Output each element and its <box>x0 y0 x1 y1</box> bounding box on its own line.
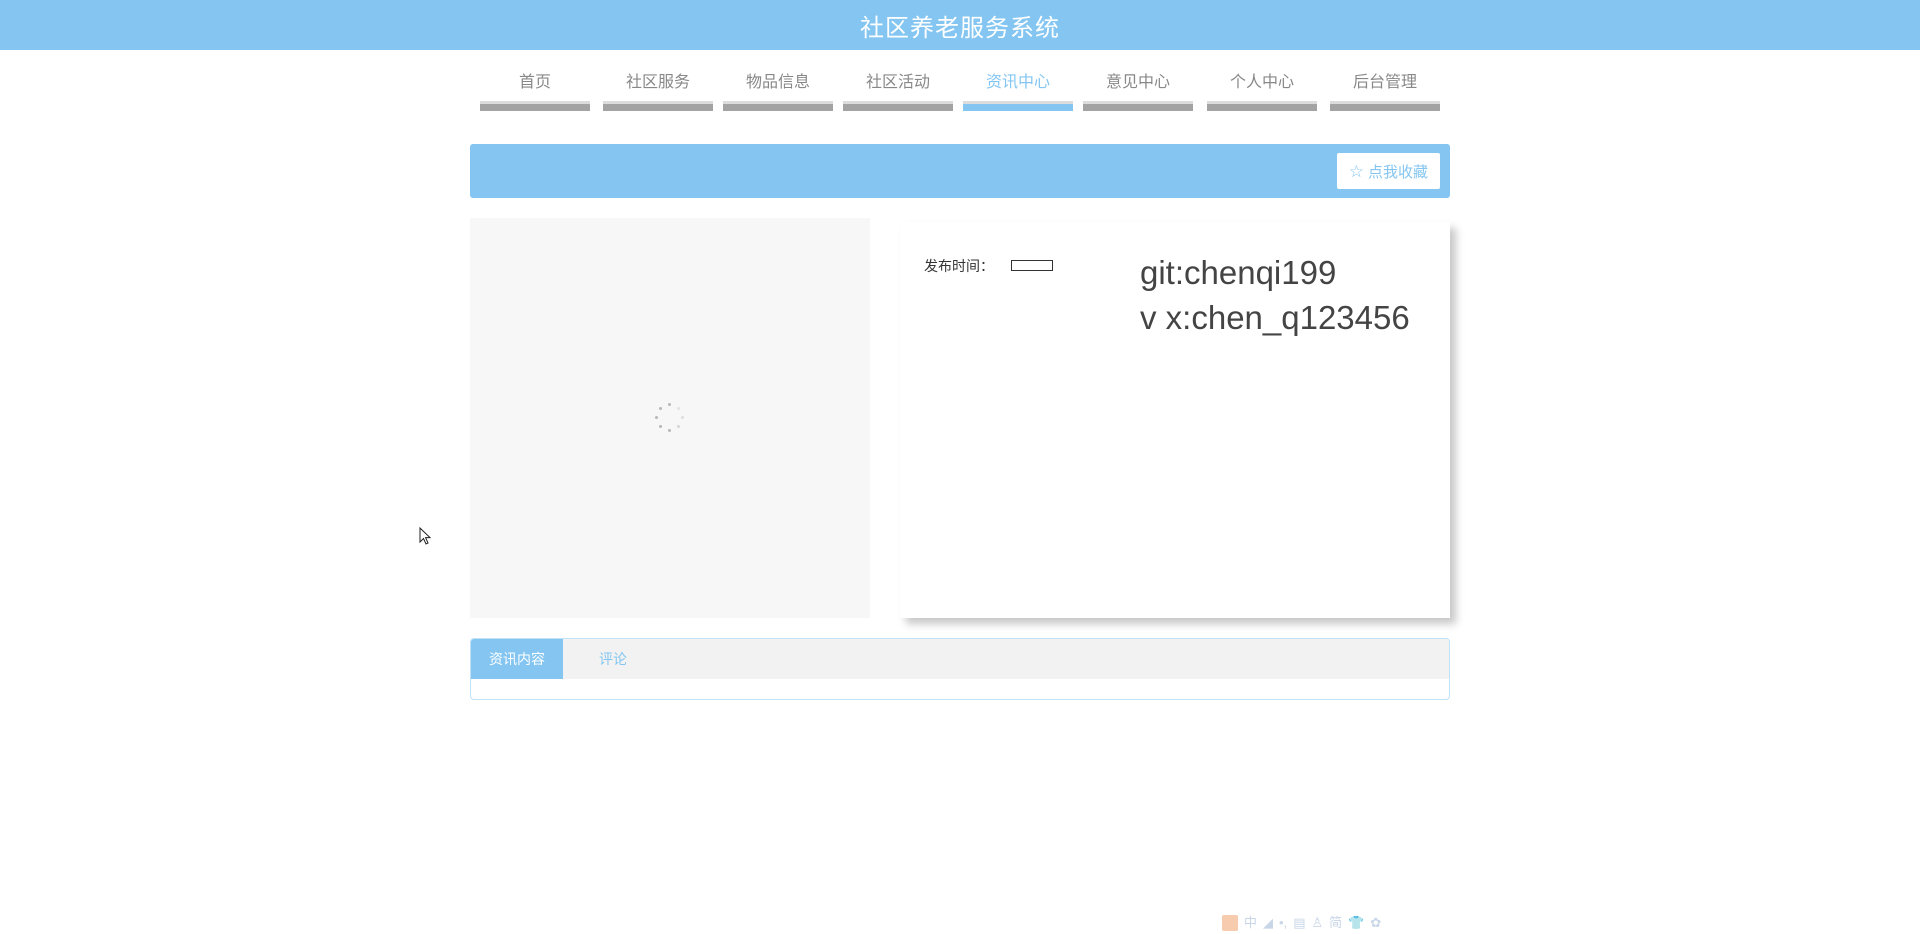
site-title: 社区养老服务系统 <box>860 14 1060 42</box>
watermark-text: git:chenqi199 v x:chen_q123456 <box>1140 250 1410 340</box>
news-image <box>470 218 870 618</box>
nav-item-underline <box>1207 101 1317 111</box>
tabs-header: 资讯内容 评论 <box>471 639 1449 679</box>
nav-item-home[interactable]: 首页 <box>480 66 590 114</box>
nav-item-label: 社区活动 <box>865 74 930 91</box>
ime-toolbar: 中 ◢ •, ▤ ♙ 简 👕 ✿ <box>1222 912 1381 934</box>
nav-item-label: 意见中心 <box>1105 74 1170 91</box>
loading-spinner-icon <box>655 403 685 433</box>
ime-simplified-mode[interactable]: 简 <box>1329 914 1342 932</box>
nav-item-underline <box>963 101 1073 111</box>
nav-item-community-activity[interactable]: 社区活动 <box>843 66 953 114</box>
favorite-button[interactable]: ☆ 点我收藏 <box>1336 153 1440 189</box>
nav-item-underline <box>843 101 953 111</box>
nav-item-news-center[interactable]: 资讯中心 <box>963 66 1073 114</box>
tab-news-content[interactable]: 资讯内容 <box>471 639 563 679</box>
nav-item-label: 个人中心 <box>1229 74 1294 91</box>
nav-item-admin[interactable]: 后台管理 <box>1330 66 1440 114</box>
ime-keyboard-icon[interactable]: ▤ <box>1293 914 1305 932</box>
ime-user-icon[interactable]: ♙ <box>1311 914 1323 932</box>
publish-time-label: 发布时间： <box>924 258 994 274</box>
favorite-button-label: 点我收藏 <box>1367 163 1428 181</box>
nav-item-label: 资讯中心 <box>985 74 1050 91</box>
ime-moon-icon[interactable]: ◢ <box>1263 914 1273 932</box>
nav-item-underline <box>1330 101 1440 111</box>
nav-item-label: 社区服务 <box>625 74 690 91</box>
nav-item-label: 物品信息 <box>745 74 810 91</box>
publish-time-value <box>1011 260 1053 271</box>
ime-punctuation-icon[interactable]: •, <box>1279 914 1287 932</box>
ime-skin-icon[interactable]: 👕 <box>1348 914 1364 932</box>
nav-item-underline <box>723 101 833 111</box>
ime-settings-icon[interactable]: ✿ <box>1370 914 1381 932</box>
header-bar: 社区养老服务系统 <box>0 0 1920 50</box>
nav-item-underline <box>603 101 713 111</box>
content-tabs: 资讯内容 评论 <box>470 638 1450 700</box>
main-nav: 首页 社区服务 物品信息 社区活动 资讯中心 意见中心 个人中心 后台管理 <box>480 66 1440 114</box>
nav-item-community-service[interactable]: 社区服务 <box>603 66 713 114</box>
news-info-panel: 发布时间： git:chenqi199 v x:chen_q123456 <box>900 222 1450 618</box>
nav-item-label: 后台管理 <box>1352 74 1417 91</box>
nav-item-feedback-center[interactable]: 意见中心 <box>1083 66 1193 114</box>
nav-item-underline <box>480 101 590 111</box>
nav-item-label: 首页 <box>518 74 551 91</box>
ime-logo-icon[interactable] <box>1222 915 1238 931</box>
star-outline-icon: ☆ <box>1348 161 1364 181</box>
nav-item-underline <box>1083 101 1193 111</box>
nav-item-personal-center[interactable]: 个人中心 <box>1207 66 1317 114</box>
tab-comments[interactable]: 评论 <box>563 639 645 679</box>
watermark-line-2: v x:chen_q123456 <box>1140 299 1410 336</box>
mouse-cursor-icon <box>419 527 432 545</box>
nav-item-goods-info[interactable]: 物品信息 <box>723 66 833 114</box>
watermark-line-1: git:chenqi199 <box>1140 254 1337 291</box>
ime-chinese-mode[interactable]: 中 <box>1244 914 1257 932</box>
detail-banner: ☆ 点我收藏 <box>470 144 1450 198</box>
